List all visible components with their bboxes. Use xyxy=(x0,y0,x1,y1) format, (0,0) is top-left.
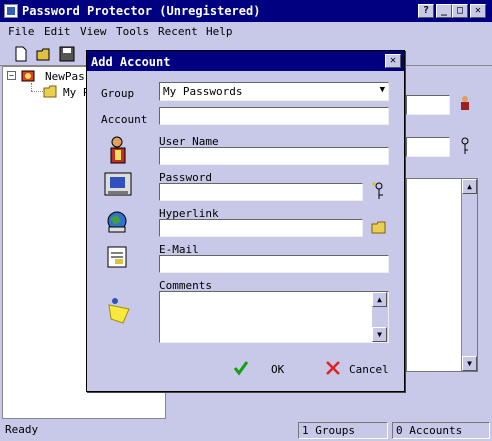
comments-preview[interactable]: ▲ ▼ xyxy=(406,178,478,372)
group-select[interactable]: My Passwords ▼ xyxy=(159,82,389,101)
menu-bar: File Edit View Tools Recent Help xyxy=(0,22,492,42)
tree-root-label[interactable]: NewPass xyxy=(45,70,91,83)
app-icon xyxy=(4,4,18,18)
user-icon xyxy=(105,135,131,165)
comments-scrollbar[interactable]: ▲ ▼ xyxy=(372,292,388,342)
status-text: Ready xyxy=(5,423,39,436)
group-label: Group xyxy=(101,87,135,100)
collapse-icon[interactable]: − xyxy=(7,71,16,80)
menu-edit[interactable]: Edit xyxy=(44,25,71,38)
username-field[interactable] xyxy=(159,147,389,165)
folder-icon xyxy=(43,85,59,99)
main-titlebar: Password Protector (Unregistered) ? _ □ … xyxy=(0,0,492,22)
cancel-x-icon[interactable] xyxy=(325,360,341,376)
detail-field[interactable] xyxy=(406,137,450,157)
open-folder-icon[interactable] xyxy=(36,45,54,63)
comment-bulb-icon xyxy=(105,295,135,325)
computer-icon xyxy=(103,171,133,199)
account-field[interactable] xyxy=(159,107,389,125)
window-title: Password Protector (Unregistered) xyxy=(22,4,261,18)
scroll-down-icon[interactable]: ▼ xyxy=(462,356,477,371)
dialog-title: Add Account xyxy=(91,55,171,69)
new-file-icon[interactable] xyxy=(12,45,30,63)
globe-icon xyxy=(105,209,131,235)
database-icon xyxy=(21,69,35,83)
password-field[interactable] xyxy=(159,183,363,201)
close-icon[interactable]: ✕ xyxy=(470,4,486,18)
scrollbar[interactable]: ▲ ▼ xyxy=(461,179,477,371)
tree-line xyxy=(31,83,32,91)
scroll-up-icon[interactable]: ▲ xyxy=(462,179,477,194)
status-bar: Ready 1 Groups 0 Accounts xyxy=(0,420,492,441)
scroll-down-icon[interactable]: ▼ xyxy=(372,327,387,342)
email-icon xyxy=(105,243,131,271)
cancel-button[interactable]: Cancel xyxy=(349,363,389,376)
menu-help[interactable]: Help xyxy=(206,25,233,38)
account-label: Account xyxy=(101,113,148,126)
dialog-titlebar: Add Account ✕ xyxy=(87,51,404,71)
browse-folder-icon[interactable] xyxy=(371,221,387,235)
help-icon[interactable]: ? xyxy=(418,4,434,18)
menu-file[interactable]: File xyxy=(8,25,35,38)
ok-check-icon[interactable] xyxy=(233,360,249,376)
group-value: My Passwords xyxy=(163,85,243,98)
maximize-icon[interactable]: □ xyxy=(452,4,468,18)
menu-recent[interactable]: Recent xyxy=(158,25,198,38)
key-icon xyxy=(460,136,470,156)
hyperlink-field[interactable] xyxy=(159,219,363,237)
generate-key-icon[interactable] xyxy=(371,181,387,201)
accounts-count: 0 Accounts xyxy=(392,422,490,439)
detail-field[interactable] xyxy=(406,95,450,115)
email-field[interactable] xyxy=(159,255,389,273)
dialog-close-icon[interactable]: ✕ xyxy=(385,54,401,68)
save-icon[interactable] xyxy=(58,45,76,63)
user-icon xyxy=(458,94,472,112)
add-account-dialog: Add Account ✕ Group My Passwords ▼ Accou… xyxy=(86,50,405,392)
scroll-up-icon[interactable]: ▲ xyxy=(372,292,387,307)
minimize-icon[interactable]: _ xyxy=(436,4,452,18)
tree-line xyxy=(31,91,43,92)
chevron-down-icon[interactable]: ▼ xyxy=(380,85,385,95)
ok-button[interactable]: OK xyxy=(271,363,284,376)
menu-tools[interactable]: Tools xyxy=(116,25,149,38)
comments-field[interactable]: ▲ ▼ xyxy=(159,291,389,343)
menu-view[interactable]: View xyxy=(80,25,107,38)
groups-count: 1 Groups xyxy=(298,422,388,439)
